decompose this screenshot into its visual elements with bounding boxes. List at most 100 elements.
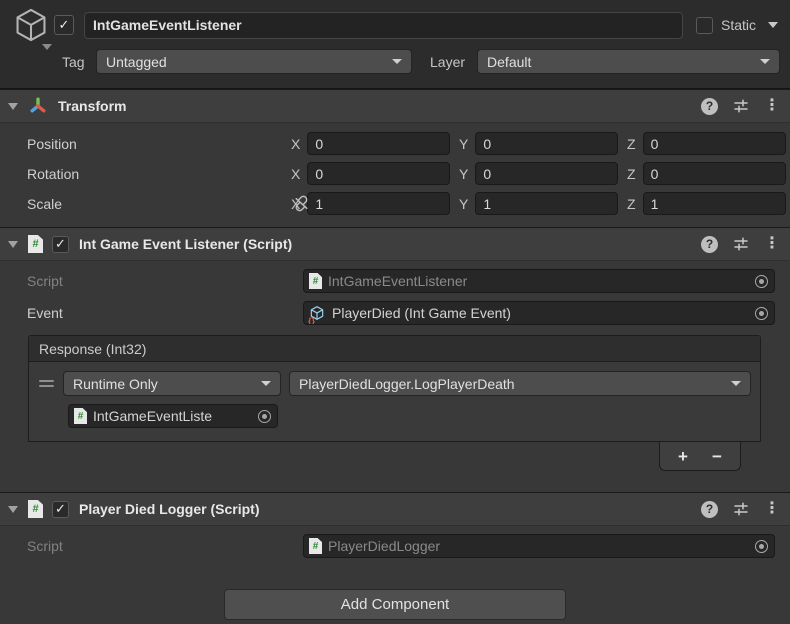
more-menu-icon[interactable]: ⋮ [764,236,780,252]
z-axis-label: Z [627,165,636,182]
foldout-arrow-icon[interactable] [8,240,18,248]
drag-handle-icon[interactable] [38,380,55,387]
foldout-arrow-icon[interactable] [8,102,18,110]
y-axis-label: Y [459,135,469,152]
position-label: Position [27,135,77,152]
event-label: Event [27,305,63,321]
add-event-button[interactable]: + [668,445,698,467]
remove-event-button[interactable]: − [702,445,732,467]
component-enabled-checkbox[interactable]: ✓ [52,500,69,518]
add-component-button[interactable]: Add Component [224,589,566,620]
component-title: Int Game Event Listener (Script) [79,236,293,252]
component-enabled-checkbox[interactable]: ✓ [52,235,69,253]
unlinked-scale-icon[interactable] [292,194,311,213]
unity-inspector-panel: ✓ Static Tag Untagged Layer Default [0,0,790,624]
script-label: Script [27,538,63,554]
gameobject-name-input[interactable] [84,11,683,39]
tag-dropdown[interactable]: Untagged [96,49,412,74]
csharp-script-icon: # [309,538,322,554]
scale-row: Scale X Y Z [0,192,786,215]
gameobject-icon-button[interactable] [8,6,54,50]
int-game-event-listener-header: # ✓ Int Game Event Listener (Script) ? ⋮ [0,227,790,261]
chevron-down-icon [731,381,741,386]
event-function-value: PlayerDiedLogger.LogPlayerDeath [299,375,515,392]
help-icon[interactable]: ? [701,97,718,115]
position-row: Position X Y Z [0,132,786,155]
chevron-down-icon [392,59,402,64]
foldout-arrow-icon[interactable] [8,505,18,513]
z-axis-label: Z [627,135,636,152]
transform-title: Transform [58,98,127,114]
x-axis-label: X [291,135,301,152]
help-icon[interactable]: ? [701,235,718,253]
position-z-input[interactable] [642,132,786,155]
gameobject-icon-caret[interactable] [42,44,52,50]
rotation-x-input[interactable] [307,162,450,185]
more-menu-icon[interactable]: ⋮ [764,98,780,114]
event-target-object-field[interactable]: # IntGameEventListe [68,404,278,428]
position-x-input[interactable] [307,132,450,155]
y-axis-label: Y [459,195,469,212]
transform-axes-icon [30,97,46,113]
object-picker-icon[interactable] [258,409,271,423]
csharp-script-icon: # [74,408,87,424]
object-picker-icon[interactable] [755,306,768,320]
layer-dropdown[interactable]: Default [477,49,780,74]
script-object-field[interactable]: # IntGameEventListener [303,269,775,293]
transform-component: Transform ? ⋮ Position X Y [0,89,790,227]
static-checkbox[interactable] [695,16,713,34]
active-checkbox[interactable]: ✓ [54,15,74,35]
tag-value: Untagged [106,53,167,70]
player-died-logger-header: # ✓ Player Died Logger (Script) ? ⋮ [0,492,790,526]
gameobject-header: ✓ Static Tag Untagged Layer Default [0,0,790,89]
x-axis-label: X [291,165,301,182]
rotation-row: Rotation X Y Z [0,162,786,185]
object-picker-icon[interactable] [755,274,768,288]
script-property-row: Script # PlayerDiedLogger [0,534,775,558]
script-object-value: PlayerDiedLogger [328,538,441,554]
int-game-event-listener-component: # ✓ Int Game Event Listener (Script) ? ⋮… [0,227,790,492]
z-axis-label: Z [627,195,636,212]
scale-y-input[interactable] [475,192,618,215]
csharp-script-icon: # [28,500,43,518]
rotation-label: Rotation [27,165,80,182]
transform-header: Transform ? ⋮ [0,89,790,123]
presets-icon[interactable] [733,98,749,114]
rotation-z-input[interactable] [642,162,786,185]
script-property-row: Script # IntGameEventListener [0,269,775,293]
scale-z-input[interactable] [642,192,786,215]
event-mode-value: Runtime Only [73,375,158,392]
layer-value: Default [487,53,532,70]
position-y-input[interactable] [475,132,618,155]
more-menu-icon[interactable]: ⋮ [764,501,780,517]
component-title: Player Died Logger (Script) [79,501,260,517]
event-property-row: Event {} PlayerDied (Int Game Event) [0,301,775,325]
script-object-field[interactable]: # PlayerDiedLogger [303,534,775,558]
response-event-header: Response (Int32) [29,336,760,362]
static-label: Static [720,17,756,33]
rotation-y-input[interactable] [475,162,618,185]
event-list-footer: + − [659,442,741,471]
y-axis-label: Y [459,165,469,182]
chevron-down-icon [760,59,770,64]
object-picker-icon[interactable] [755,539,768,553]
response-event-title: Response (Int32) [39,340,147,357]
cube-icon [16,8,46,42]
event-object-field[interactable]: {} PlayerDied (Int Game Event) [303,301,775,325]
script-object-value: IntGameEventListener [328,273,468,289]
layer-label: Layer [430,53,466,70]
presets-icon[interactable] [733,236,749,252]
chevron-down-icon [261,381,271,386]
event-object-value: PlayerDied (Int Game Event) [332,305,511,321]
event-target-value: IntGameEventListe [93,408,213,424]
scale-x-input[interactable] [307,192,450,215]
help-icon[interactable]: ? [701,500,718,518]
scriptable-object-icon: {} [308,305,326,324]
event-function-dropdown[interactable]: PlayerDiedLogger.LogPlayerDeath [289,371,751,396]
presets-icon[interactable] [733,501,749,517]
player-died-logger-component: # ✓ Player Died Logger (Script) ? ⋮ Scri… [0,492,790,572]
csharp-script-icon: # [309,273,322,289]
static-dropdown-caret[interactable] [768,22,778,28]
event-mode-dropdown[interactable]: Runtime Only [63,371,281,396]
response-event-box: Response (Int32) Runtime Only PlayerDied… [28,335,761,442]
